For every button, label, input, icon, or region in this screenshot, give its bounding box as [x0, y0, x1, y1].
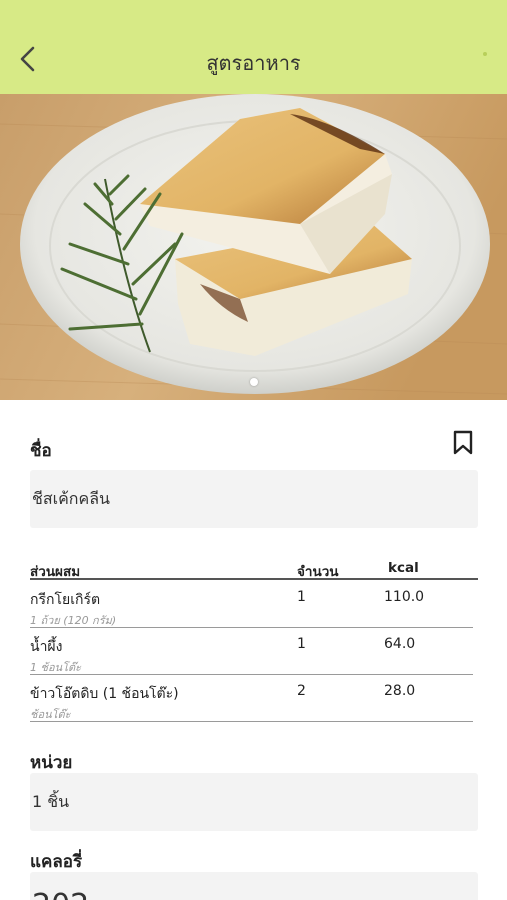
ingredient-name: ข้าวโอ๊ตดิบ (1 ช้อนโต๊ะ) — [30, 686, 179, 702]
ingredients-table-header: ส่วนผสม จำนวน kcal — [30, 560, 478, 580]
carousel-indicator[interactable] — [250, 378, 258, 386]
bookmark-button[interactable] — [452, 430, 474, 456]
ingredient-kcal: 28.0 — [384, 683, 416, 699]
ingredient-unit: ช้อนโต๊ะ — [30, 708, 71, 721]
recipe-photo[interactable] — [0, 94, 507, 400]
ingredient-qty: 1 — [297, 589, 306, 605]
recipe-name-field[interactable]: ชีสเค้กคลีน — [30, 470, 478, 528]
name-label: ชื่อ — [30, 441, 52, 461]
ingredient-row[interactable]: กรีกโยเกิร์ต 1 ถ้วย (120 กรัม) 1 110.0 — [30, 581, 473, 628]
ingredient-kcal: 64.0 — [384, 636, 416, 652]
ingredient-row[interactable]: ข้าวโอ๊ตดิบ (1 ช้อนโต๊ะ) ช้อนโต๊ะ 2 28.0 — [30, 675, 473, 722]
unit-label: หน่วย — [30, 753, 73, 773]
ingredient-unit: 1 ช้อนโต๊ะ — [30, 661, 82, 674]
ingredient-qty: 2 — [297, 683, 306, 699]
unit-value: 1 ชิ้น — [32, 791, 70, 811]
page-title: สูตรอาหาร — [206, 51, 301, 75]
col-ingredient: ส่วนผสม — [30, 564, 81, 580]
ingredient-row[interactable]: น้ำผึ้ง 1 ช้อนโต๊ะ 1 64.0 — [30, 628, 473, 675]
ingredient-name: น้ำผึ้ง — [30, 639, 63, 655]
bookmark-icon — [453, 430, 473, 455]
calorie-value: 202 — [32, 888, 89, 900]
calorie-label: แคลอรี่ — [30, 852, 83, 872]
header-decoration — [483, 52, 487, 56]
app-header: สูตรอาหาร — [0, 0, 507, 94]
recipe-name-value: ชีสเค้กคลีน — [32, 488, 110, 508]
food-photo-illustration — [0, 94, 507, 400]
ingredient-qty: 1 — [297, 636, 306, 652]
ingredient-unit: 1 ถ้วย (120 กรัม) — [30, 614, 117, 627]
col-kcal: kcal — [388, 560, 419, 576]
ingredient-kcal: 110.0 — [384, 589, 425, 605]
col-quantity: จำนวน — [297, 564, 339, 580]
calorie-field[interactable]: 202 — [30, 872, 478, 900]
unit-field[interactable]: 1 ชิ้น — [30, 773, 478, 831]
ingredient-name: กรีกโยเกิร์ต — [30, 592, 101, 608]
